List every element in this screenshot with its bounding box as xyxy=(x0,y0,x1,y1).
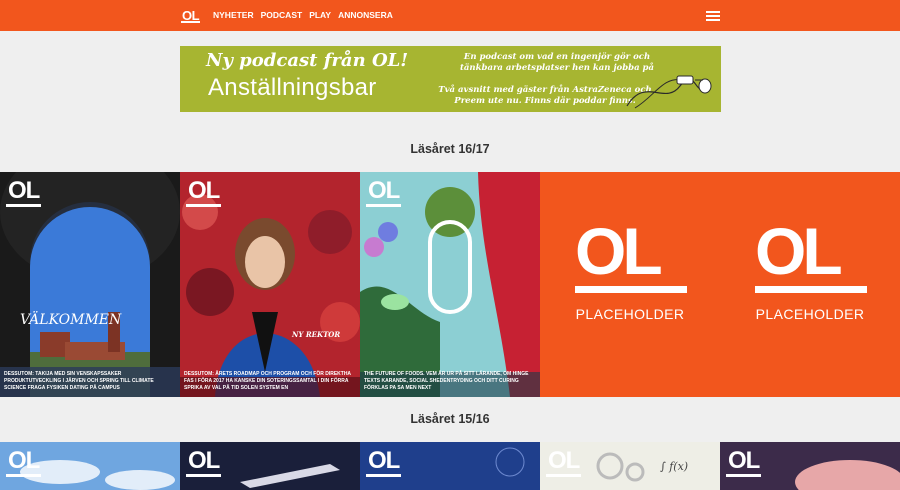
cover-caption: DESSUTOM: TAKIJA MED SIN VENSKAPSSAKER P… xyxy=(4,371,154,391)
podcast-banner[interactable]: Ny podcast från OL! Anställningsbar En p… xyxy=(180,46,721,112)
placeholder-logo: OL xyxy=(575,214,663,288)
banner-kicker: Ny podcast från OL! xyxy=(206,50,409,71)
earphones-icon xyxy=(626,75,712,109)
cover-logo: OL xyxy=(186,178,222,207)
top-navigation-bar: OL NYHETER PODCAST PLAY ANNONSERA xyxy=(0,0,900,31)
main-nav: NYHETER PODCAST PLAY ANNONSERA xyxy=(213,10,393,21)
section-title: Läsåret 15/16 xyxy=(410,412,490,426)
nav-item-play[interactable]: PLAY xyxy=(309,10,331,21)
banner-title: Anställningsbar xyxy=(208,74,377,101)
svg-text:∫ f(x): ∫ f(x) xyxy=(660,460,688,473)
magazine-cover[interactable]: OL xyxy=(360,442,540,490)
magazine-cover[interactable]: ∫ f(x) OL xyxy=(540,442,720,490)
cover-logo: OL xyxy=(546,448,582,477)
cover-logo: OL xyxy=(186,448,222,477)
cover-logo: OL xyxy=(366,448,402,477)
logo-underline xyxy=(575,286,687,293)
magazine-cover[interactable]: OL VÄLKOMMEN DESSUTOM: TAKIJA MED SIN VE… xyxy=(0,172,180,397)
cover-logo: OL xyxy=(6,448,42,477)
logo-underline xyxy=(755,286,867,293)
magazine-cover[interactable]: OL xyxy=(720,442,900,490)
placeholder-label: PLACEHOLDER xyxy=(755,306,865,322)
magazine-cover[interactable]: OL NY REKTOR DESSUTOM: ÅRETS ROADMAP OCH… xyxy=(180,172,360,397)
nav-item-podcast[interactable]: PODCAST xyxy=(261,10,303,21)
cover-caption: DESSUTOM: ÅRETS ROADMAP OCH PROGRAM OCH … xyxy=(184,371,351,391)
section-title: Läsåret 16/17 xyxy=(410,142,490,156)
placeholder-cover[interactable]: OL PLACEHOLDER xyxy=(540,172,720,397)
magazine-cover[interactable]: OL xyxy=(0,442,180,490)
nav-item-nyheter[interactable]: NYHETER xyxy=(213,10,254,21)
nav-item-annonsera[interactable]: ANNONSERA xyxy=(338,10,393,21)
cover-logo: OL xyxy=(726,448,762,477)
cover-logo: OL xyxy=(6,178,42,207)
placeholder-label: PLACEHOLDER xyxy=(575,306,685,322)
placeholder-cover[interactable]: OL PLACEHOLDER xyxy=(720,172,900,397)
hamburger-icon[interactable] xyxy=(706,11,720,21)
magazine-cover[interactable]: OL xyxy=(180,442,360,490)
placeholder-logo: OL xyxy=(755,214,843,288)
cover-headline: VÄLKOMMEN xyxy=(20,312,122,328)
site-logo[interactable]: OL xyxy=(181,8,201,23)
magazine-cover[interactable]: OL THE FUTURE OF FOODS. VEM ÄR UR PÅ SIT… xyxy=(360,172,540,397)
cover-headline: NY REKTOR xyxy=(292,330,341,339)
cover-logo: OL xyxy=(366,178,402,207)
cover-caption: THE FUTURE OF FOODS. VEM ÄR UR PÅ SITT L… xyxy=(364,371,529,391)
